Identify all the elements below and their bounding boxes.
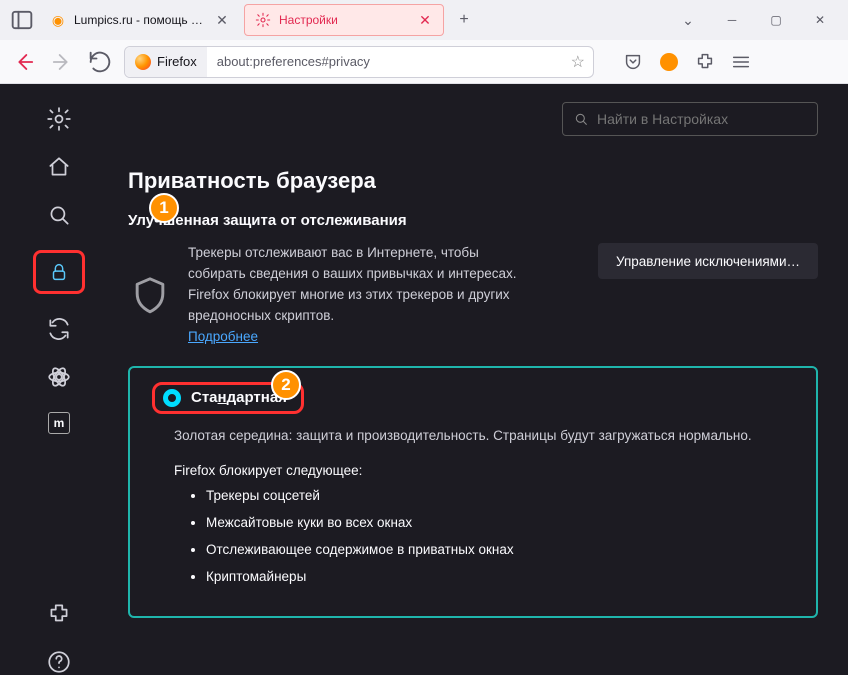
tab-title: Настройки bbox=[279, 13, 409, 27]
option-description: Золотая середина: защита и производитель… bbox=[174, 426, 796, 447]
radio-selected-icon[interactable] bbox=[163, 389, 181, 407]
page-title: Приватность браузера bbox=[128, 136, 818, 194]
close-icon[interactable]: ✕ bbox=[214, 12, 230, 28]
blocks-list: Трекеры соцсетей Межсайтовые куки во все… bbox=[206, 488, 796, 584]
tab-lumpics[interactable]: ◉ Lumpics.ru - помощь с компь ✕ bbox=[40, 4, 240, 36]
url-text: about:preferences#privacy bbox=[207, 54, 380, 69]
account-icon[interactable] bbox=[658, 51, 680, 73]
list-item: Отслеживающее содержимое в приватных окн… bbox=[206, 542, 796, 557]
gear-icon[interactable] bbox=[46, 106, 72, 132]
tracking-intro: Трекеры отслеживают вас в Интернете, что… bbox=[128, 243, 818, 348]
list-item: Межсайтовые куки во всех окнах bbox=[206, 515, 796, 530]
identity-box[interactable]: Firefox bbox=[125, 47, 207, 77]
help-icon[interactable] bbox=[46, 649, 72, 675]
sync-icon[interactable] bbox=[46, 316, 72, 342]
experiments-icon[interactable] bbox=[46, 364, 72, 390]
protection-option-standard[interactable]: 2 Стандартная Золотая середина: защита и… bbox=[128, 366, 818, 618]
callout-marker-2: 2 bbox=[271, 370, 301, 400]
gear-icon bbox=[255, 12, 271, 28]
bookmark-star-icon[interactable]: ☆ bbox=[571, 52, 585, 72]
settings-search-input[interactable] bbox=[597, 111, 807, 127]
settings-search[interactable] bbox=[562, 102, 818, 136]
sidebar-toggle-icon[interactable] bbox=[8, 6, 36, 34]
close-button[interactable]: ✕ bbox=[800, 4, 840, 36]
maximize-button[interactable]: ▢ bbox=[756, 4, 796, 36]
new-tab-button[interactable]: + bbox=[448, 4, 480, 36]
list-item: Криптомайнеры bbox=[206, 569, 796, 584]
settings-main-panel: 1 Приватность браузера Улучшенная защита… bbox=[118, 84, 848, 675]
callout-marker-1: 1 bbox=[149, 193, 179, 223]
extensions-icon[interactable] bbox=[694, 51, 716, 73]
section-title: Улучшенная защита от отслеживания bbox=[128, 212, 818, 229]
forward-button[interactable] bbox=[48, 48, 76, 76]
learn-more-link[interactable]: Подробнее bbox=[188, 329, 258, 344]
firefox-icon bbox=[135, 54, 151, 70]
toolbar: Firefox about:preferences#privacy ☆ bbox=[0, 40, 848, 84]
settings-sidebar: m bbox=[0, 84, 118, 675]
manage-exceptions-button[interactable]: Управление исключениями… bbox=[598, 243, 818, 279]
identity-label: Firefox bbox=[157, 54, 197, 69]
tabs-dropdown-icon[interactable]: ⌄ bbox=[668, 4, 708, 36]
settings-content: m 1 Приватность браузера Улучшенная защи… bbox=[0, 84, 848, 675]
reload-button[interactable] bbox=[86, 48, 114, 76]
mozilla-icon[interactable]: m bbox=[48, 412, 70, 434]
tab-favicon: ◉ bbox=[50, 12, 66, 28]
url-bar[interactable]: Firefox about:preferences#privacy ☆ bbox=[124, 46, 594, 78]
titlebar: ◉ Lumpics.ru - помощь с компь ✕ Настройк… bbox=[0, 0, 848, 40]
shield-icon bbox=[128, 243, 172, 348]
home-icon[interactable] bbox=[46, 154, 72, 180]
list-item: Трекеры соцсетей bbox=[206, 488, 796, 503]
close-icon[interactable]: ✕ bbox=[417, 12, 433, 28]
addons-icon[interactable] bbox=[46, 601, 72, 627]
back-button[interactable] bbox=[10, 48, 38, 76]
search-category-icon[interactable] bbox=[46, 202, 72, 228]
minimize-button[interactable]: ─ bbox=[712, 4, 752, 36]
tab-settings[interactable]: Настройки ✕ bbox=[244, 4, 444, 36]
pocket-icon[interactable] bbox=[622, 51, 644, 73]
tracking-description: Трекеры отслеживают вас в Интернете, что… bbox=[188, 243, 528, 348]
blocks-header: Firefox блокирует следующее: bbox=[174, 463, 796, 478]
menu-icon[interactable] bbox=[730, 51, 752, 73]
tab-title: Lumpics.ru - помощь с компь bbox=[74, 13, 206, 27]
lock-icon[interactable] bbox=[33, 250, 85, 294]
